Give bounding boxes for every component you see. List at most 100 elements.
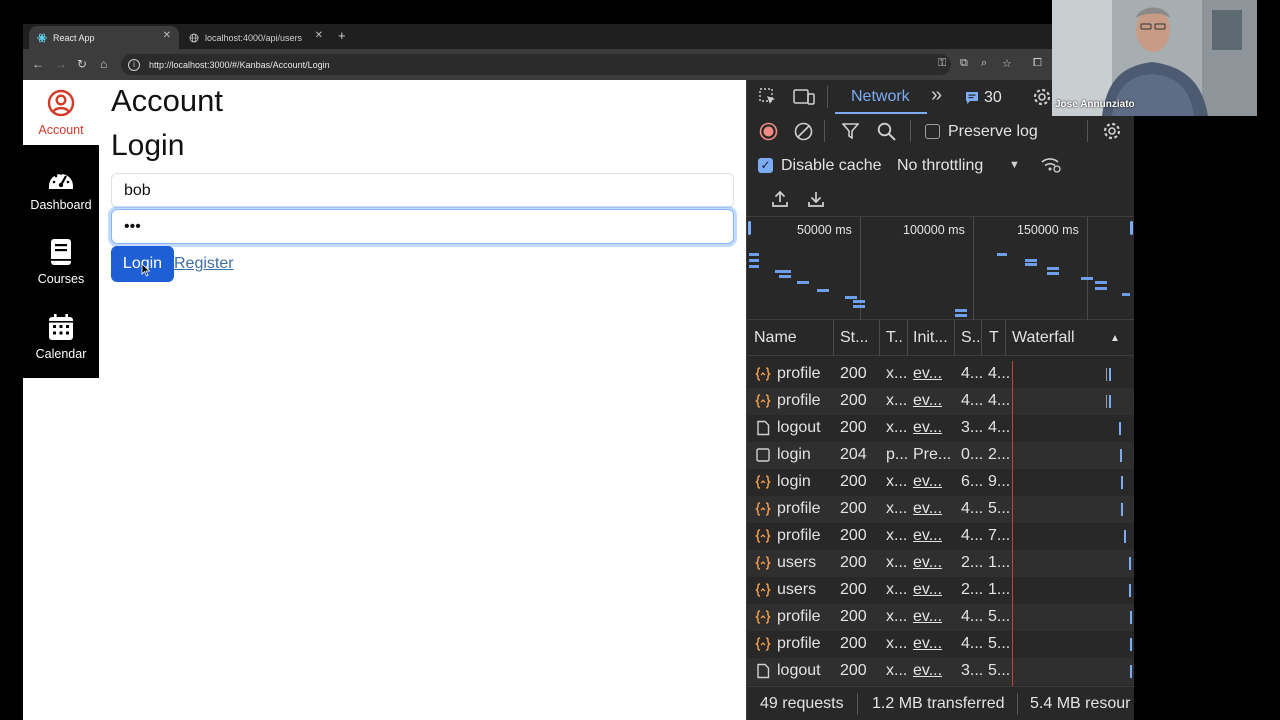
table-row[interactable]: login 204 p... Pre... 0... 2... (747, 442, 1135, 469)
network-row-type: x... (886, 581, 908, 598)
column-header-waterfall[interactable]: Waterfall (1012, 329, 1075, 347)
network-row-initiator[interactable]: ev... (913, 554, 942, 572)
nav-item-account[interactable]: Account (23, 80, 99, 145)
network-row-initiator[interactable]: ev... (913, 608, 942, 626)
network-row-name: profile (777, 365, 821, 382)
network-row-size: 4... (961, 392, 984, 409)
bookmark-star-icon[interactable]: ☆ (1002, 57, 1012, 70)
throttling-select[interactable]: No throttling (897, 157, 983, 175)
network-overview-timeline[interactable]: 50000 ms 100000 ms 150000 ms (747, 216, 1135, 321)
table-row[interactable]: profile 200 x... ev... 4... 5... (747, 604, 1135, 631)
extensions-icon[interactable]: ⧠ (1033, 57, 1042, 70)
forward-icon[interactable]: → (55, 57, 67, 71)
network-row-status: 200 (840, 581, 867, 598)
table-row[interactable]: logout 200 x... ev... 3... 5... (747, 658, 1135, 685)
column-header-name[interactable]: Name (754, 329, 797, 347)
settings-gear-icon[interactable] (1032, 87, 1052, 107)
close-tab-icon[interactable]: ✕ (315, 30, 323, 41)
download-icon[interactable] (807, 190, 825, 208)
overview-bar (1122, 293, 1130, 296)
column-header-time[interactable]: T (989, 329, 999, 347)
book-icon (23, 238, 99, 269)
clear-icon[interactable] (794, 122, 813, 141)
network-row-initiator[interactable]: ev... (913, 419, 942, 437)
wifi-settings-icon[interactable] (1040, 156, 1062, 174)
home-icon[interactable]: ⌂ (100, 57, 107, 71)
table-row[interactable]: profile 200 x... ev... 4... 5... (747, 496, 1135, 523)
network-row-name: profile (777, 527, 821, 544)
nav-item-dashboard[interactable]: Dashboard (23, 166, 99, 212)
nav-item-calendar[interactable]: Calendar (23, 313, 99, 361)
column-separator (879, 320, 880, 356)
column-header-type[interactable]: T.. (886, 329, 903, 347)
issues-count[interactable]: 30 (984, 89, 1002, 107)
table-row[interactable]: login 200 x... ev... 6... 9... (747, 469, 1135, 496)
reload-icon[interactable]: ↻ (77, 57, 87, 71)
record-stop-icon[interactable] (759, 122, 778, 141)
network-row-time: 5... (988, 635, 1011, 652)
preserve-log-checkbox[interactable] (925, 124, 940, 139)
network-settings-gear-icon[interactable] (1102, 121, 1122, 141)
issues-icon[interactable] (965, 91, 979, 105)
web-page: Account Dashboard Courses Calendar Accou… (23, 80, 746, 720)
table-row[interactable]: logout 200 x... ev... 3... 4... (747, 415, 1135, 442)
tab-api-users[interactable]: localhost:4000/api/users ✕ (181, 26, 331, 49)
address-bar[interactable]: i http://localhost:3000/#/Kanbas/Account… (121, 54, 951, 75)
network-row-initiator[interactable]: ev... (913, 527, 942, 545)
table-row[interactable]: users 200 x... ev... 2... 1... (747, 577, 1135, 604)
site-info-icon[interactable]: i (128, 58, 140, 71)
waterfall-bar (1109, 368, 1111, 381)
network-row-initiator[interactable]: ev... (913, 635, 942, 653)
disable-cache-checkbox[interactable]: ✓ (758, 158, 773, 173)
network-row-initiator[interactable]: ev... (913, 662, 942, 680)
back-icon[interactable]: ← (32, 57, 44, 71)
username-input[interactable]: bob (111, 173, 734, 208)
waterfall-bar (1119, 422, 1121, 435)
table-row[interactable]: profile 200 x... ev... 4... 7... (747, 523, 1135, 550)
zoom-icon[interactable]: ⌕ (981, 57, 987, 70)
table-row[interactable]: users 200 x... ev... 2... 1... (747, 550, 1135, 577)
tick-label: 100000 ms (903, 223, 965, 237)
network-row-initiator[interactable]: ev... (913, 473, 942, 491)
overview-right-handle[interactable] (1130, 221, 1133, 235)
close-tab-icon[interactable]: ✕ (163, 30, 171, 41)
chevron-down-icon[interactable]: ▼ (1009, 159, 1020, 171)
column-header-initiator[interactable]: Init... (913, 329, 948, 347)
waterfall-bar (1120, 449, 1122, 462)
key-icon[interactable]: ⚿ (938, 57, 946, 70)
page-title: Account (111, 83, 224, 118)
register-link[interactable]: Register (174, 255, 234, 273)
table-row[interactable]: profile 200 x... ev... 4... 5... (747, 631, 1135, 658)
filter-icon[interactable] (842, 123, 859, 139)
network-row-initiator[interactable]: ev... (913, 581, 942, 599)
nav-item-courses[interactable]: Courses (23, 238, 99, 286)
network-row-status: 204 (840, 446, 867, 463)
new-tab-icon[interactable]: + (338, 28, 346, 43)
column-header-size[interactable]: S.. (961, 329, 981, 347)
more-tabs-icon[interactable]: » (931, 84, 942, 107)
install-icon[interactable]: ⧉ (960, 57, 968, 70)
inspect-element-icon[interactable] (759, 88, 777, 106)
device-toolbar-icon[interactable] (793, 88, 815, 106)
network-row-time: 5... (988, 500, 1011, 517)
table-row[interactable]: profile 200 x... ev... 4... 4... (747, 388, 1135, 415)
column-header-status[interactable]: St... (840, 329, 868, 347)
network-row-time: 5... (988, 608, 1011, 625)
tick-label: 50000 ms (797, 223, 852, 237)
network-row-initiator[interactable]: ev... (913, 365, 942, 383)
network-status-bar: 49 requests 1.2 MB transferred 5.4 MB re… (747, 686, 1135, 720)
overview-bar (749, 265, 759, 268)
password-input[interactable]: ••• (111, 209, 734, 244)
browser-toolbar: ← → ↻ ⌂ i http://localhost:3000/#/Kanbas… (23, 49, 1053, 80)
table-row[interactable]: profile 200 x... ev... 4... 4... (747, 361, 1135, 388)
upload-icon[interactable] (771, 190, 789, 208)
network-row-initiator[interactable]: ev... (913, 392, 942, 410)
network-row-initiator[interactable]: ev... (913, 500, 942, 518)
search-icon[interactable] (877, 122, 896, 141)
overview-left-handle[interactable] (748, 221, 751, 235)
tab-react-app[interactable]: React App ✕ (29, 26, 179, 49)
sort-ascending-icon[interactable]: ▲ (1110, 333, 1120, 344)
waterfall-bar (1121, 476, 1123, 489)
tab-network[interactable]: Network (851, 88, 910, 106)
overview-bar (853, 300, 865, 303)
